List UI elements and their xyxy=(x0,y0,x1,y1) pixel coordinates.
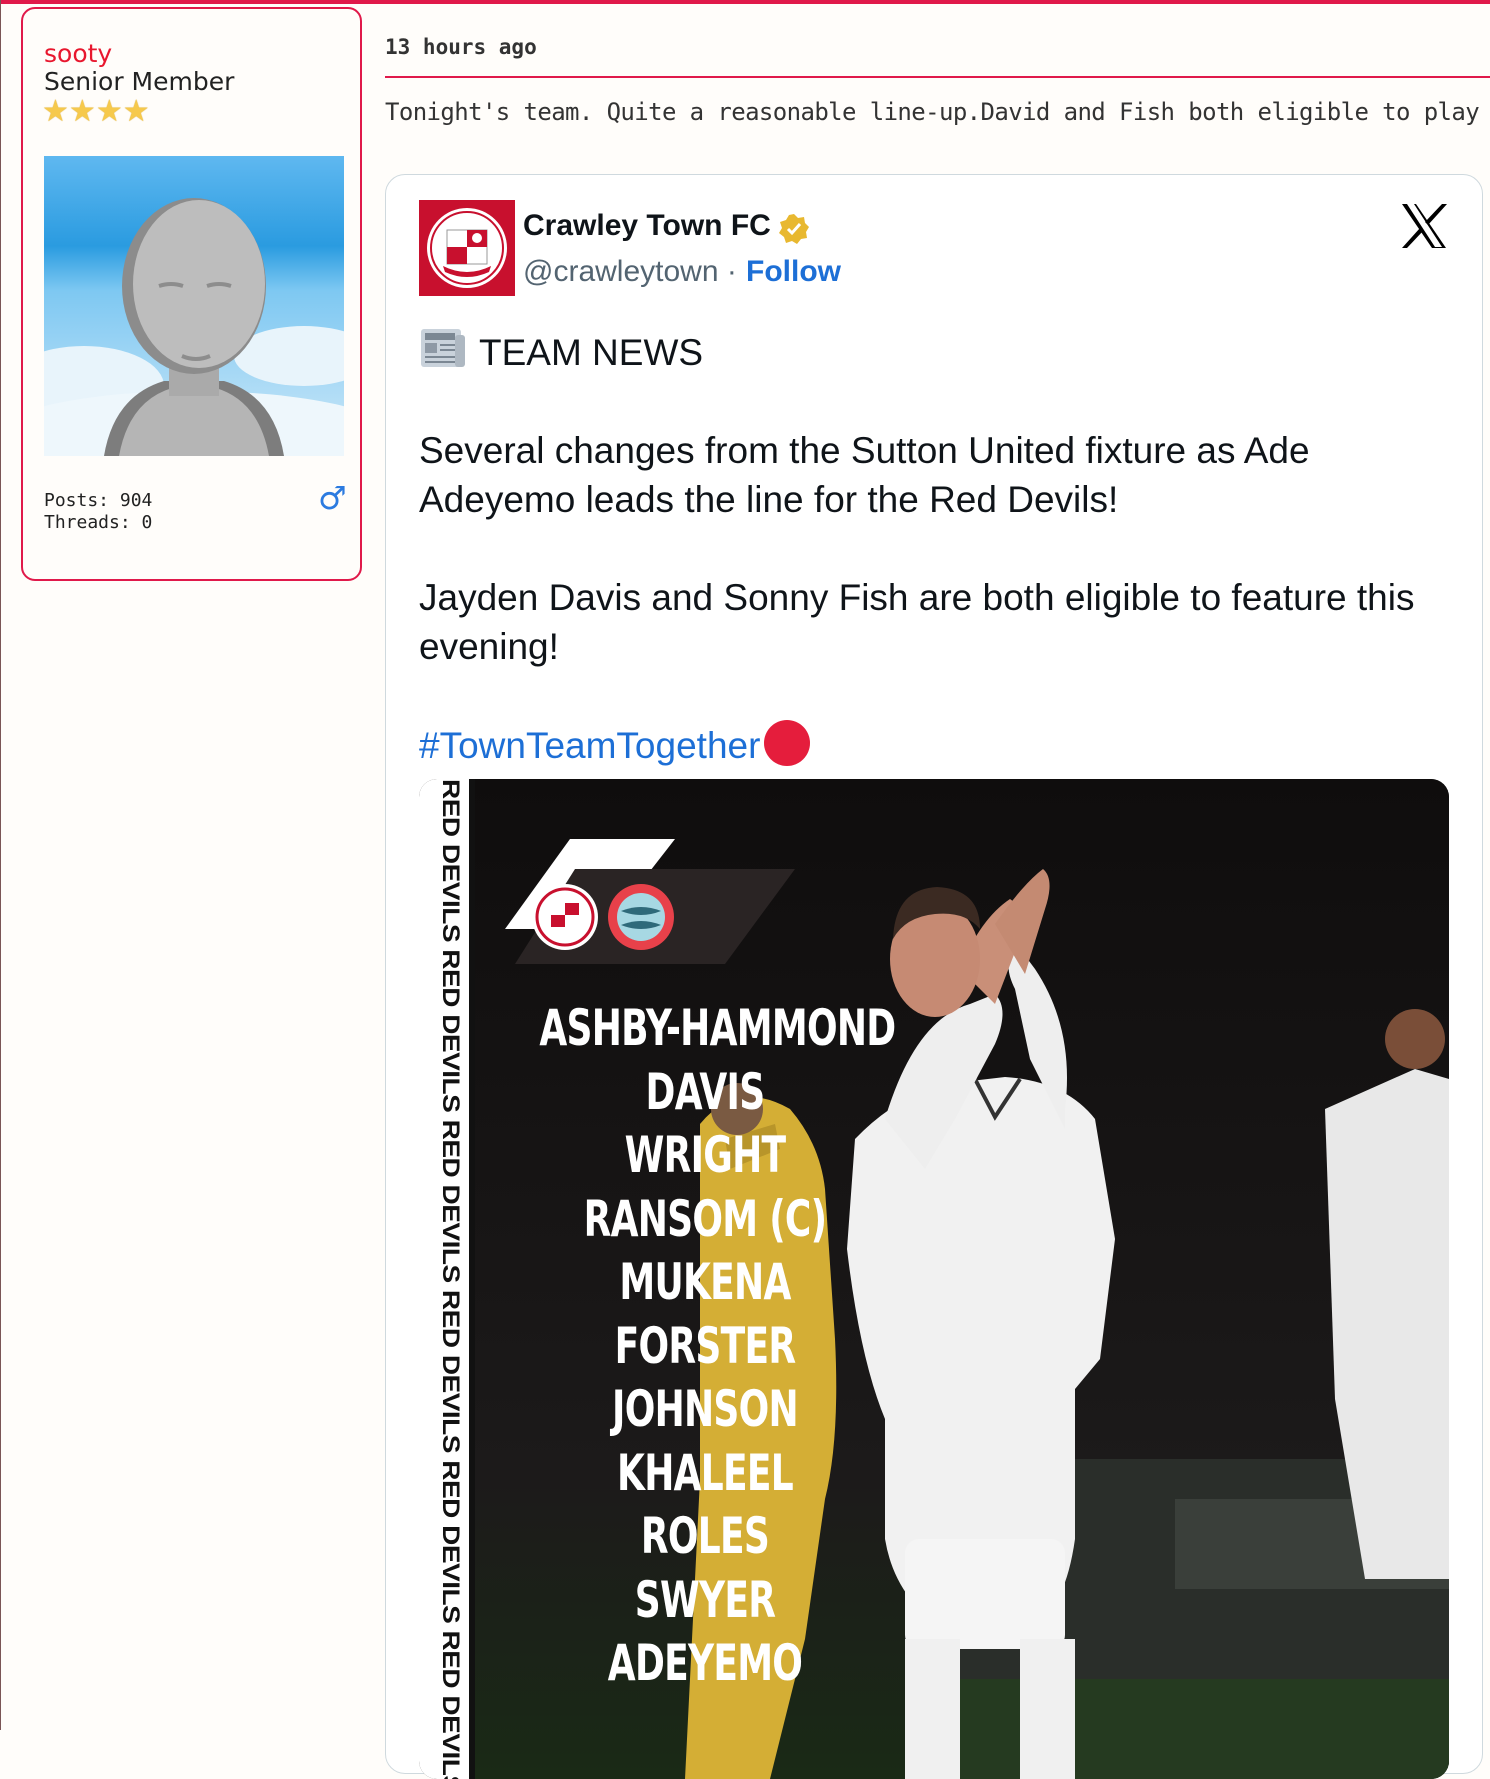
team-news-heading: TEAM NEWS xyxy=(479,332,704,373)
x-logo-icon[interactable] xyxy=(1400,203,1448,249)
lineup-player: JOHNSON xyxy=(612,1380,799,1438)
team-photo: ASHBY-HAMMOND DAVIS WRIGHT RANSOM (C) MU… xyxy=(475,779,1449,1779)
lineup-player: RANSOM (C) xyxy=(583,1189,827,1248)
lineup-player: ADEYEMO xyxy=(607,1634,803,1692)
star-icon: ★ xyxy=(95,94,123,129)
lineup-player: DAVIS xyxy=(645,1062,766,1121)
tweet-heading: TEAM NEWS xyxy=(419,325,1439,377)
lineup-player: SWYER xyxy=(634,1570,776,1629)
verified-badge-icon xyxy=(779,214,809,244)
threads-count: Threads: 0 xyxy=(44,512,153,533)
lineup-player: FORSTER xyxy=(614,1316,796,1375)
lineup-player: ASHBY-HAMMOND xyxy=(539,999,896,1057)
follow-button[interactable]: Follow xyxy=(746,255,841,289)
male-icon: ♂ xyxy=(318,479,347,517)
embedded-tweet[interactable]: Crawley Town FC @crawleytown · Follow TE… xyxy=(385,174,1483,1779)
star-icon: ★ xyxy=(42,94,69,129)
rank-stars: ★ ★ ★ ★ xyxy=(42,97,150,127)
hashtag-link[interactable]: #TownTeamTogether xyxy=(419,725,760,766)
red-devils-strip-text: RED DEVILS RED DEVILS RED DEVILS RED DEV… xyxy=(437,779,464,1779)
tweet-paragraph-1: Several changes from the Sutton United f… xyxy=(419,430,1310,520)
lineup-player: MUKENA xyxy=(619,1253,791,1311)
post-body-text: Tonight's team. Quite a reasonable line-… xyxy=(385,98,1480,126)
top-accent-line xyxy=(0,0,1490,4)
tweet-author-handle[interactable]: @crawleytown · xyxy=(523,255,737,289)
star-icon: ★ xyxy=(122,94,150,129)
crawley-town-logo[interactable] xyxy=(419,200,515,296)
tweet-hashtag-line: #TownTeamTogether xyxy=(419,720,1439,770)
tweet-media-image[interactable]: RED DEVILS RED DEVILS RED DEVILS RED DEV… xyxy=(419,779,1449,1779)
post-divider xyxy=(385,76,1490,78)
lineup-player: KHALEEL xyxy=(617,1443,794,1502)
user-info-panel: sooty Senior Member ★ ★ ★ ★ Posts: 904 T… xyxy=(21,7,362,581)
tweet-author-name[interactable]: Crawley Town FC xyxy=(523,209,771,243)
lineup-player: ROLES xyxy=(640,1507,770,1565)
default-avatar-icon xyxy=(44,156,344,456)
tweet-body: TEAM NEWS Several changes from the Sutto… xyxy=(419,325,1439,770)
tweet-paragraph-2: Jayden Davis and Sonny Fish are both eli… xyxy=(419,577,1415,667)
star-icon: ★ xyxy=(68,94,96,129)
lineup-list: ASHBY-HAMMOND DAVIS WRIGHT RANSOM (C) MU… xyxy=(475,997,935,1696)
username-link[interactable]: sooty xyxy=(44,39,112,68)
newspaper-icon xyxy=(421,329,465,367)
user-stats: Posts: 904 Threads: 0 xyxy=(44,490,152,534)
lineup-player: WRIGHT xyxy=(624,1126,786,1184)
red-devils-side-strip: RED DEVILS RED DEVILS RED DEVILS RED DEV… xyxy=(419,779,472,1779)
red-circle-emoji-icon xyxy=(764,720,811,766)
post-timestamp[interactable]: 13 hours ago xyxy=(385,35,537,59)
user-rank: Senior Member xyxy=(44,67,235,96)
avatar[interactable] xyxy=(44,156,344,456)
handle-separator: · xyxy=(726,255,737,288)
posts-count: Posts: 904 xyxy=(44,490,153,511)
left-edge-line xyxy=(0,0,1,1730)
club-crest-icon xyxy=(419,200,515,296)
handle-text[interactable]: @crawleytown xyxy=(523,255,719,288)
